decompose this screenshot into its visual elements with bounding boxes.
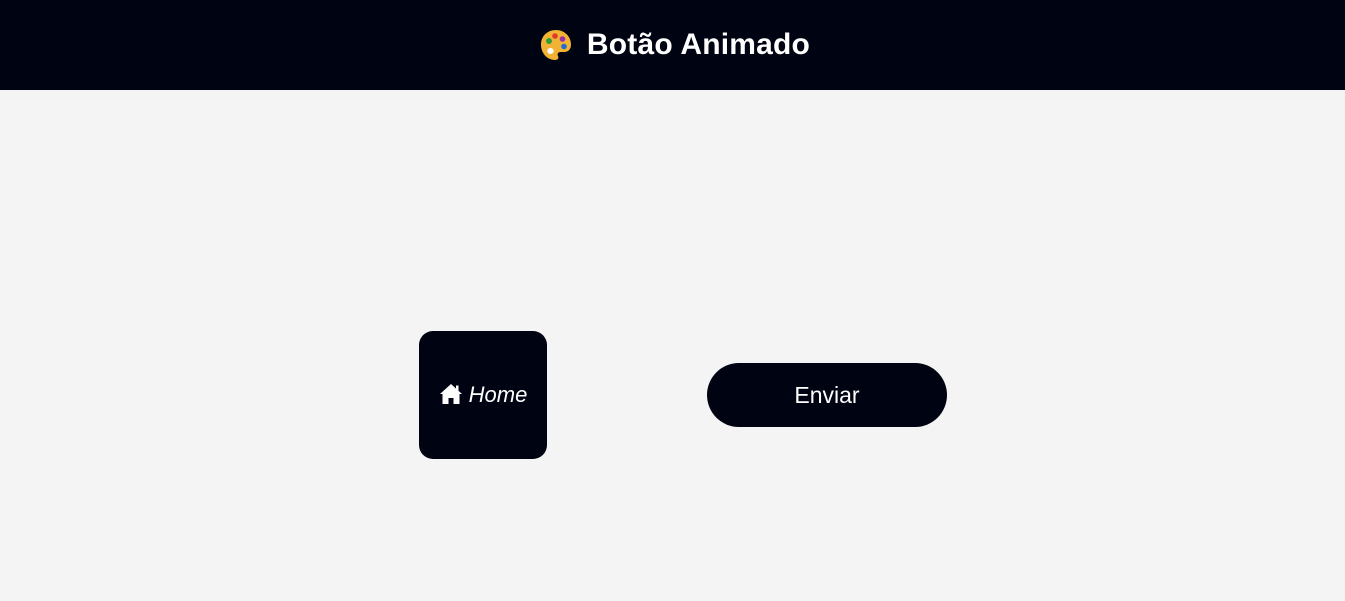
home-button-label: Home: [468, 382, 528, 407]
home-button[interactable]: Home: [419, 331, 547, 459]
house-icon: [439, 384, 462, 404]
send-button[interactable]: Enviar: [707, 363, 947, 427]
header-title-group: Botão Animado: [539, 28, 810, 62]
palette-icon: [540, 30, 571, 60]
page-header: Botão Animado: [0, 0, 1345, 90]
page-title: Botão Animado: [586, 28, 811, 61]
send-button-label: Enviar: [794, 381, 860, 408]
